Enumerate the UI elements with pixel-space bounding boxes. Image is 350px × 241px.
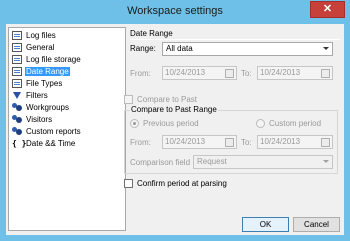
compare-to-value: 10/24/2013 xyxy=(260,137,301,146)
chevron-down-icon xyxy=(323,47,329,50)
range-select[interactable]: All data xyxy=(162,42,333,56)
braces-icon: { } xyxy=(12,139,27,148)
from-label: From: xyxy=(130,69,151,78)
window-title: Workspace settings xyxy=(127,5,223,17)
close-button[interactable]: ✕ xyxy=(310,1,345,18)
tree-item-label: Filters xyxy=(26,91,48,100)
to-date-value: 10/24/2013 xyxy=(260,68,301,77)
general-icon xyxy=(12,43,22,52)
to-label: To: xyxy=(241,69,252,78)
tree-item-label: Workgroups xyxy=(26,103,69,112)
previous-period-radio[interactable] xyxy=(130,119,139,128)
ok-button[interactable]: OK xyxy=(242,217,289,232)
compare-range-title: Compare to Past Range xyxy=(130,105,218,114)
close-icon: ✕ xyxy=(322,3,333,15)
storage-icon xyxy=(12,55,22,64)
tree-item-general[interactable]: General xyxy=(12,42,55,53)
tree-item-custom-reports[interactable]: Custom reports xyxy=(12,126,82,137)
calendar-icon xyxy=(321,69,330,78)
compare-to-past-label: Compare to Past xyxy=(137,95,198,104)
filter-icon xyxy=(13,92,21,99)
comparison-field-select[interactable]: Request xyxy=(193,155,333,169)
range-value: All data xyxy=(166,44,193,53)
settings-tree[interactable]: Log files General Log file storage Date … xyxy=(8,27,126,231)
tree-item-label: Log files xyxy=(26,31,56,40)
compare-to-past-checkbox[interactable] xyxy=(124,95,133,104)
workgroups-icon xyxy=(12,103,22,112)
compare-to-date-field[interactable]: 10/24/2013 xyxy=(257,135,333,149)
tree-item-filters[interactable]: Filters xyxy=(12,90,49,101)
custom-period-label: Custom period xyxy=(269,119,322,128)
tree-item-label: Date && Time xyxy=(26,139,76,148)
title-bar[interactable]: Workspace settings ✕ xyxy=(0,0,350,24)
visitors-icon xyxy=(12,115,22,124)
settings-window: Workspace settings ✕ Log files General L… xyxy=(0,0,350,241)
compare-from-label: From: xyxy=(130,138,151,147)
compare-to-label: To: xyxy=(241,138,252,147)
tree-item-workgroups[interactable]: Workgroups xyxy=(12,102,70,113)
date-range-heading: Date Range xyxy=(130,29,173,38)
to-date-field[interactable]: 10/24/2013 xyxy=(257,66,333,80)
compare-from-value: 10/24/2013 xyxy=(165,137,206,146)
tree-item-label: Date Range xyxy=(25,67,70,76)
compare-from-date-field[interactable]: 10/24/2013 xyxy=(162,135,237,149)
calendar-icon xyxy=(321,138,330,147)
chevron-down-icon xyxy=(323,160,329,163)
tree-item-label: Visitors xyxy=(26,115,53,124)
confirm-period-label: Confirm period at parsing xyxy=(137,179,227,188)
tree-item-file-types[interactable]: File Types xyxy=(12,78,63,89)
tree-item-label: General xyxy=(26,43,55,52)
range-label: Range: xyxy=(130,44,156,53)
tree-item-visitors[interactable]: Visitors xyxy=(12,114,53,125)
tree-item-date-time[interactable]: { } Date && Time xyxy=(12,138,76,149)
tree-item-label: Log file storage xyxy=(26,55,81,64)
previous-period-label: Previous period xyxy=(143,119,199,128)
comparison-field-value: Request xyxy=(197,157,227,166)
comparison-field-label: Comparison field xyxy=(130,158,191,167)
tree-item-log-file-storage[interactable]: Log file storage xyxy=(12,54,82,65)
cancel-button[interactable]: Cancel xyxy=(293,217,340,232)
tree-item-label: File Types xyxy=(26,79,63,88)
tree-item-log-files[interactable]: Log files xyxy=(12,30,57,41)
custom-reports-icon xyxy=(12,127,22,136)
file-types-icon xyxy=(12,79,22,88)
calendar-icon xyxy=(225,69,234,78)
tree-item-date-range[interactable]: Date Range xyxy=(12,66,70,77)
confirm-period-checkbox[interactable] xyxy=(124,179,133,188)
date-range-icon xyxy=(12,67,22,76)
calendar-icon xyxy=(225,138,234,147)
dialog-client: Log files General Log file storage Date … xyxy=(6,24,344,235)
from-date-field[interactable]: 10/24/2013 xyxy=(162,66,237,80)
tree-item-label: Custom reports xyxy=(26,127,81,136)
log-files-icon xyxy=(12,31,22,40)
from-date-value: 10/24/2013 xyxy=(165,68,206,77)
custom-period-radio[interactable] xyxy=(256,119,265,128)
separator xyxy=(130,39,340,40)
